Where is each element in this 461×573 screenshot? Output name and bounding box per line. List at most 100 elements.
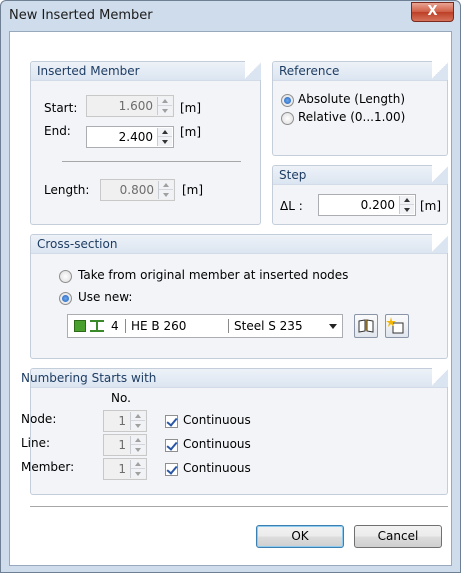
group-header: Reference (273, 61, 448, 81)
step-unit: [m] (420, 199, 442, 213)
ibeam-profile-icon (90, 320, 104, 332)
title-bar[interactable]: New Inserted Member X (1, 1, 460, 31)
spin-down-icon (131, 445, 145, 454)
new-item-icon (386, 317, 404, 334)
dialog-window: New Inserted Member X Inserted Member St… (0, 0, 461, 573)
member-spinner (130, 460, 145, 478)
step-value: 0.200 (360, 198, 395, 212)
radio-relative-label[interactable]: Relative (0...1.00) (298, 110, 405, 124)
spin-up-icon (131, 460, 145, 469)
spin-up-icon (158, 97, 172, 106)
group-title: Inserted Member (37, 64, 140, 78)
dialog-body: Inserted Member Start: 1.600 [m] End: 2.… (9, 31, 452, 566)
step-input[interactable]: 0.200 (318, 194, 416, 216)
start-unit: [m] (180, 101, 202, 115)
group-header-tab (432, 61, 448, 80)
radio-use-new[interactable] (59, 292, 72, 305)
line-spinner (130, 436, 145, 454)
group-header: Cross-section (31, 234, 448, 254)
length-input: 0.800 (100, 179, 175, 201)
book-icon (358, 319, 374, 333)
group-header: Step (273, 165, 448, 185)
start-input: 1.600 (86, 95, 174, 117)
spin-up-icon (159, 181, 173, 190)
spin-up-icon[interactable] (400, 196, 414, 205)
length-label: Length: (44, 183, 90, 197)
line-continuous-checkbox[interactable] (165, 439, 178, 452)
footer-divider (30, 506, 448, 507)
end-spinner[interactable] (157, 128, 172, 146)
cross-section-group: Cross-section Take from original member … (30, 234, 448, 359)
combo-separator (125, 319, 126, 333)
cross-section-select[interactable]: 4 HE B 260 Steel S 235 (67, 314, 343, 338)
radio-absolute-label[interactable]: Absolute (Length) (298, 92, 405, 106)
radio-relative[interactable] (281, 112, 294, 125)
node-label: Node: (21, 412, 57, 426)
node-number-value: 1 (118, 414, 126, 428)
start-label: Start: (44, 101, 78, 115)
divider (62, 161, 241, 162)
numbering-no-header: No. (111, 391, 131, 405)
end-value: 2.400 (118, 130, 153, 144)
group-header: Inserted Member (31, 61, 261, 81)
end-unit: [m] (180, 125, 202, 139)
node-continuous-label[interactable]: Continuous (183, 413, 251, 427)
group-title: Step (279, 168, 307, 182)
reference-group: Reference Absolute (Length) Relative (0.… (272, 61, 448, 156)
group-title: Cross-section (37, 237, 118, 251)
member-number-input: 1 (103, 458, 147, 480)
step-group: Step ΔL : 0.200 [m] (272, 165, 448, 225)
group-title: Numbering Starts with (21, 371, 157, 385)
cross-section-material: Steel S 235 (234, 319, 303, 333)
radio-take-original[interactable] (59, 270, 72, 283)
chevron-down-icon[interactable] (329, 324, 337, 329)
radio-absolute[interactable] (281, 94, 294, 107)
numbering-group: Numbering Starts with No. Node: 1 Contin… (21, 368, 448, 495)
color-swatch-icon (74, 320, 86, 332)
cross-section-profile: HE B 260 (131, 319, 187, 333)
end-input[interactable]: 2.400 (86, 126, 174, 148)
end-label: End: (44, 124, 71, 138)
cancel-button[interactable]: Cancel (354, 525, 442, 548)
node-continuous-checkbox[interactable] (165, 415, 178, 428)
radio-take-original-label[interactable]: Take from original member at inserted no… (78, 268, 348, 282)
group-header-tab (432, 368, 448, 387)
spin-up-icon (131, 436, 145, 445)
new-cross-section-button[interactable] (385, 314, 409, 338)
step-spinner[interactable] (399, 196, 414, 214)
radio-use-new-label[interactable]: Use new: (78, 290, 132, 304)
length-spinner (158, 181, 173, 199)
member-continuous-label[interactable]: Continuous (183, 461, 251, 475)
group-header: Numbering Starts with (21, 368, 448, 388)
length-value: 0.800 (119, 183, 154, 197)
spin-down-icon (131, 469, 145, 478)
step-label: ΔL : (280, 199, 303, 213)
spin-down-icon (158, 106, 172, 115)
member-number-value: 1 (118, 462, 126, 476)
line-number-value: 1 (118, 438, 126, 452)
group-header-tab (245, 61, 261, 80)
start-value: 1.600 (118, 99, 153, 113)
member-continuous-checkbox[interactable] (165, 463, 178, 476)
library-button[interactable] (354, 314, 378, 338)
start-spinner (157, 97, 172, 115)
spin-down-icon (159, 190, 173, 199)
line-continuous-label[interactable]: Continuous (183, 437, 251, 451)
spin-down-icon (131, 421, 145, 430)
group-header-tab (432, 165, 448, 184)
member-label: Member: (21, 460, 75, 474)
group-header-tab (432, 234, 448, 253)
cross-section-number: 4 (111, 319, 119, 333)
node-number-input: 1 (103, 410, 147, 432)
spin-up-icon (131, 412, 145, 421)
spin-down-icon[interactable] (400, 205, 414, 214)
window-title: New Inserted Member (9, 8, 153, 23)
node-spinner (130, 412, 145, 430)
group-title: Reference (279, 64, 340, 78)
length-unit: [m] (182, 183, 204, 197)
spin-up-icon[interactable] (158, 128, 172, 137)
close-button[interactable]: X (411, 2, 454, 22)
line-label: Line: (21, 436, 51, 450)
ok-button[interactable]: OK (256, 525, 344, 548)
spin-down-icon[interactable] (158, 137, 172, 146)
